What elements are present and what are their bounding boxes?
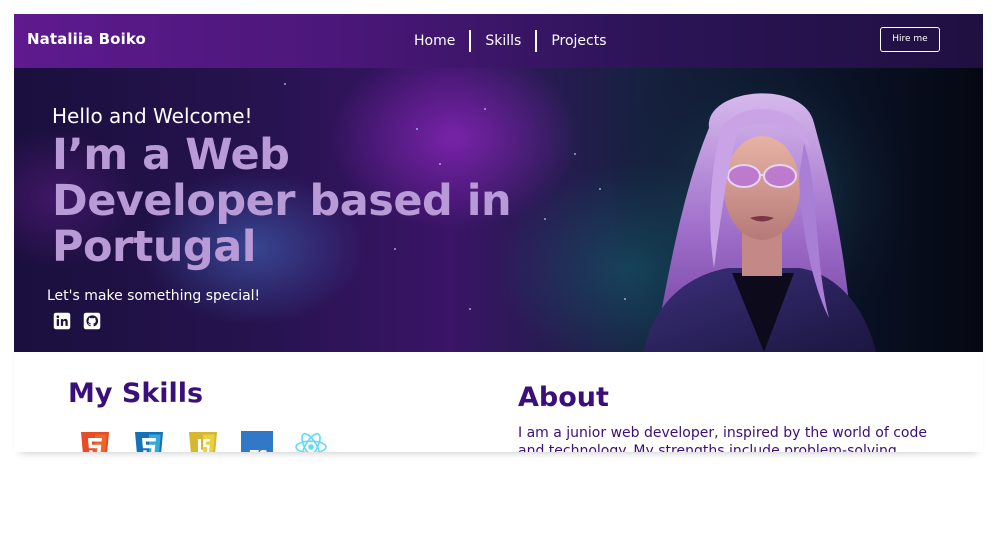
- hero-greeting: Hello and Welcome!: [52, 104, 253, 128]
- nav-projects[interactable]: Projects: [535, 30, 620, 52]
- main-nav: Home Skills Projects: [400, 30, 621, 52]
- hero-headline: I’m a Web Developer based in Portugal: [52, 130, 512, 272]
- sparkle: [544, 218, 546, 220]
- typescript-label: TS: [250, 449, 268, 452]
- about-text: I am a junior web developer, inspired by…: [518, 425, 927, 452]
- skills-icons: TS: [78, 430, 328, 452]
- nav-home[interactable]: Home: [400, 30, 469, 52]
- social-links: [53, 312, 101, 330]
- page-frame: Nataliia Boiko Home Skills Projects Hire…: [14, 14, 983, 452]
- about-heading: About: [518, 382, 609, 413]
- sparkle: [416, 128, 418, 130]
- github-icon[interactable]: [83, 312, 101, 330]
- sparkle: [599, 188, 601, 190]
- react-icon: [295, 432, 327, 452]
- hero-banner: Hello and Welcome! I’m a Web Developer b…: [14, 68, 983, 352]
- sparkle: [469, 308, 471, 310]
- nav-skills[interactable]: Skills: [469, 30, 535, 52]
- sparkle: [484, 108, 486, 110]
- javascript-icon: [189, 432, 217, 452]
- linkedin-icon[interactable]: [53, 312, 71, 330]
- skills-heading: My Skills: [68, 378, 204, 409]
- site-header: Nataliia Boiko Home Skills Projects Hire…: [14, 14, 983, 68]
- css3-icon: [135, 432, 163, 452]
- brand-name[interactable]: Nataliia Boiko: [27, 30, 146, 48]
- html5-icon: [81, 432, 109, 452]
- sparkle: [284, 83, 286, 85]
- portrait-illustration: [614, 68, 914, 352]
- sparkle: [574, 153, 576, 155]
- typescript-icon: TS: [241, 431, 273, 452]
- hero-tagline: Let's make something special!: [47, 288, 261, 304]
- hire-me-button[interactable]: Hire me: [880, 27, 940, 52]
